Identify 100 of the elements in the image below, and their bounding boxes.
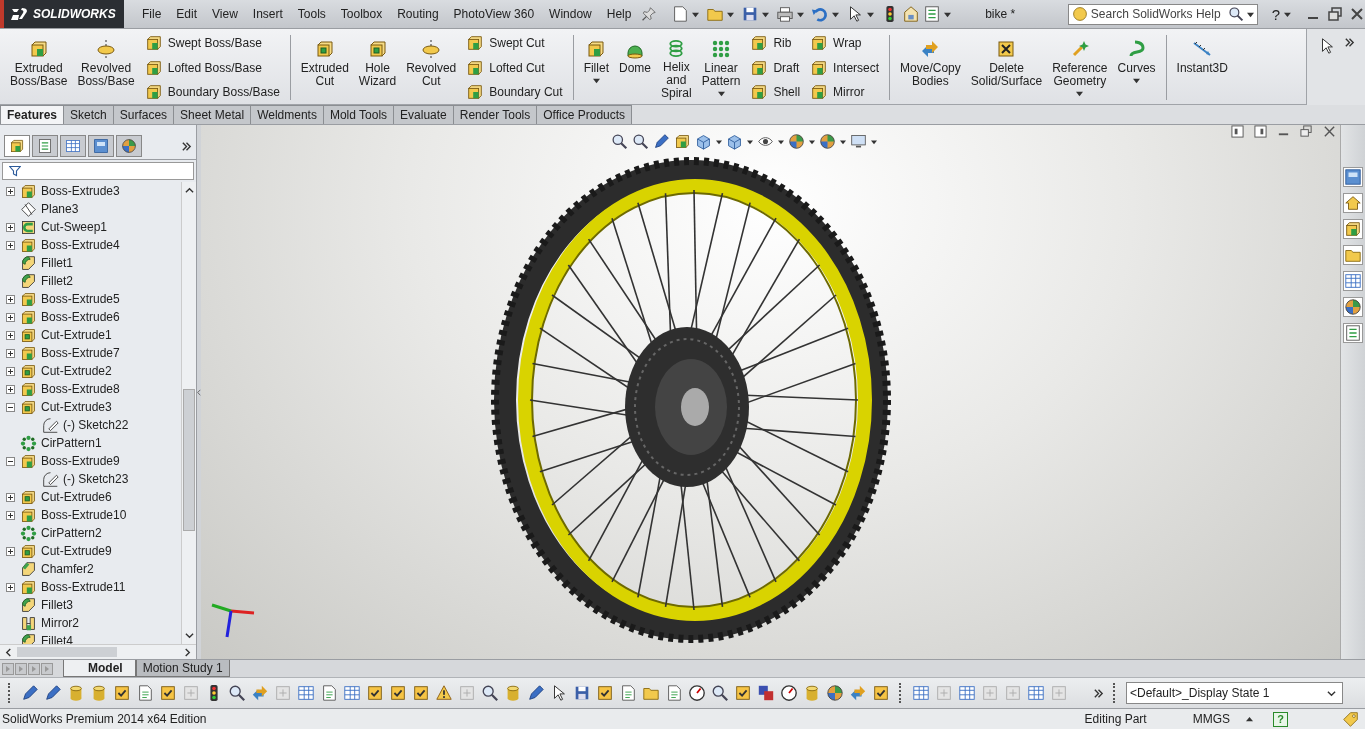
panel-tab[interactable] bbox=[4, 135, 30, 157]
restore-icon[interactable] bbox=[1327, 6, 1343, 22]
filter-field[interactable] bbox=[2, 162, 194, 180]
ribbon-tab[interactable]: Sheet Metal bbox=[173, 105, 252, 124]
command-button[interactable]: Wrap bbox=[806, 33, 884, 53]
pin-icon[interactable] bbox=[641, 6, 658, 22]
ribbon-tab[interactable]: Evaluate bbox=[393, 105, 454, 124]
command-button[interactable]: Shell bbox=[746, 82, 805, 102]
printer-icon[interactable] bbox=[776, 5, 795, 23]
expander-icon[interactable] bbox=[6, 186, 15, 196]
table-icon[interactable] bbox=[958, 684, 976, 702]
caret-icon[interactable] bbox=[867, 10, 875, 18]
cylinder-icon[interactable] bbox=[504, 684, 522, 702]
caret-icon[interactable] bbox=[1284, 10, 1291, 18]
tree-item[interactable]: (-) Sketch23 bbox=[63, 472, 129, 486]
panel-tab[interactable] bbox=[60, 135, 86, 157]
sphere-icon[interactable] bbox=[819, 133, 836, 150]
expander-icon[interactable] bbox=[6, 546, 15, 556]
tree-item[interactable]: Chamfer2 bbox=[41, 562, 94, 576]
ribbon-tab[interactable]: Surfaces bbox=[112, 105, 175, 124]
search-icon[interactable] bbox=[1227, 6, 1244, 22]
panel-tab[interactable] bbox=[88, 135, 114, 157]
command-button[interactable]: Revolved Boss/Base bbox=[73, 33, 139, 102]
expander-icon[interactable] bbox=[6, 294, 15, 304]
model-tab[interactable]: Motion Study 1 bbox=[135, 660, 230, 677]
pencil-icon[interactable] bbox=[21, 684, 39, 702]
tree-item[interactable]: Boss-Extrude9 bbox=[41, 454, 120, 468]
caret-icon[interactable] bbox=[871, 138, 877, 145]
magnifier-icon[interactable] bbox=[632, 133, 649, 150]
restore-icon[interactable] bbox=[1300, 125, 1313, 138]
checkbox-icon[interactable] bbox=[113, 684, 131, 702]
command-button[interactable]: Hole Wizard bbox=[354, 33, 401, 102]
document-icon[interactable] bbox=[665, 684, 683, 702]
command-button[interactable]: Swept Boss/Base bbox=[140, 33, 284, 53]
cube-icon[interactable] bbox=[1343, 219, 1363, 239]
checkbox-icon[interactable] bbox=[596, 684, 614, 702]
cube-icon[interactable] bbox=[674, 133, 691, 150]
checkbox-icon[interactable] bbox=[389, 684, 407, 702]
sphere-icon[interactable] bbox=[1343, 297, 1363, 317]
sphere-icon[interactable] bbox=[826, 684, 844, 702]
menu-item[interactable]: View bbox=[212, 7, 238, 21]
tree-item[interactable]: Cut-Extrude3 bbox=[41, 400, 112, 414]
ribbon-tab[interactable]: Sketch bbox=[63, 105, 114, 124]
tree-item[interactable]: CirPattern2 bbox=[41, 526, 102, 540]
command-button[interactable]: Swept Cut bbox=[462, 33, 567, 53]
units-indicator[interactable]: MMGS bbox=[1192, 712, 1230, 726]
expander-icon[interactable] bbox=[6, 222, 15, 232]
expander-icon[interactable] bbox=[6, 330, 15, 340]
scrollbar-thumb[interactable] bbox=[17, 647, 117, 657]
caret-icon[interactable] bbox=[1133, 77, 1141, 84]
tree-item[interactable]: Boss-Extrude10 bbox=[41, 508, 127, 522]
tree-item[interactable]: Boss-Extrude5 bbox=[41, 292, 120, 306]
checkbox-icon[interactable] bbox=[412, 684, 430, 702]
magnifier-icon[interactable] bbox=[611, 133, 628, 150]
gauge-icon[interactable] bbox=[780, 684, 798, 702]
command-button[interactable]: Extruded Boss/Base bbox=[6, 33, 72, 102]
tree-item[interactable]: Cut-Extrude1 bbox=[41, 328, 112, 342]
ribbon-tab[interactable]: Weldments bbox=[250, 105, 324, 124]
tile-icon[interactable] bbox=[1254, 125, 1267, 138]
tree-item[interactable]: (-) Sketch22 bbox=[63, 418, 129, 432]
double-chevron-icon[interactable] bbox=[1343, 37, 1355, 48]
document-icon[interactable] bbox=[320, 684, 338, 702]
caret-icon[interactable] bbox=[692, 10, 700, 18]
checkbox-icon[interactable] bbox=[366, 684, 384, 702]
expander-icon[interactable] bbox=[6, 312, 15, 322]
expander-icon[interactable] bbox=[6, 402, 15, 412]
table-icon[interactable] bbox=[1343, 271, 1363, 291]
new-document-icon[interactable] bbox=[671, 5, 690, 23]
menu-item[interactable]: PhotoView 360 bbox=[453, 7, 535, 21]
expander-icon[interactable] bbox=[6, 384, 15, 394]
caret-icon[interactable] bbox=[832, 10, 840, 18]
tile-icon[interactable] bbox=[1231, 125, 1244, 138]
undo-icon[interactable] bbox=[811, 5, 830, 23]
tree-item[interactable]: Boss-Extrude7 bbox=[41, 346, 120, 360]
help-button[interactable]: ? bbox=[1271, 5, 1281, 23]
checkbox-icon[interactable] bbox=[872, 684, 890, 702]
caret-icon[interactable] bbox=[809, 138, 815, 145]
tree-item[interactable]: Boss-Extrude11 bbox=[41, 580, 126, 594]
ribbon-tab[interactable]: Render Tools bbox=[452, 105, 538, 124]
command-button[interactable]: Dome bbox=[614, 33, 655, 102]
tree-item[interactable]: Boss-Extrude4 bbox=[41, 238, 120, 252]
command-button[interactable]: Draft bbox=[746, 57, 805, 78]
tree-item[interactable]: Fillet3 bbox=[41, 598, 73, 612]
menu-item[interactable]: Help bbox=[606, 7, 632, 21]
menu-item[interactable]: Edit bbox=[176, 7, 197, 21]
pencil-icon[interactable] bbox=[653, 133, 670, 150]
caret-icon[interactable] bbox=[747, 138, 753, 145]
cylinder-icon[interactable] bbox=[90, 684, 108, 702]
search-field[interactable]: Search SolidWorks Help bbox=[1067, 3, 1258, 25]
table-icon[interactable] bbox=[912, 684, 930, 702]
command-button[interactable]: Lofted Boss/Base bbox=[140, 57, 284, 78]
caret-icon[interactable] bbox=[840, 138, 846, 145]
caret-icon[interactable] bbox=[1076, 90, 1084, 97]
tree-item[interactable]: Boss-Extrude3 bbox=[41, 184, 120, 198]
folder-icon[interactable] bbox=[1343, 245, 1363, 265]
expander-icon[interactable] bbox=[6, 366, 15, 376]
caret-icon[interactable] bbox=[717, 90, 725, 97]
caret-icon[interactable] bbox=[762, 10, 770, 18]
tag-icon[interactable] bbox=[1342, 710, 1359, 728]
checkbox-icon[interactable] bbox=[734, 684, 752, 702]
